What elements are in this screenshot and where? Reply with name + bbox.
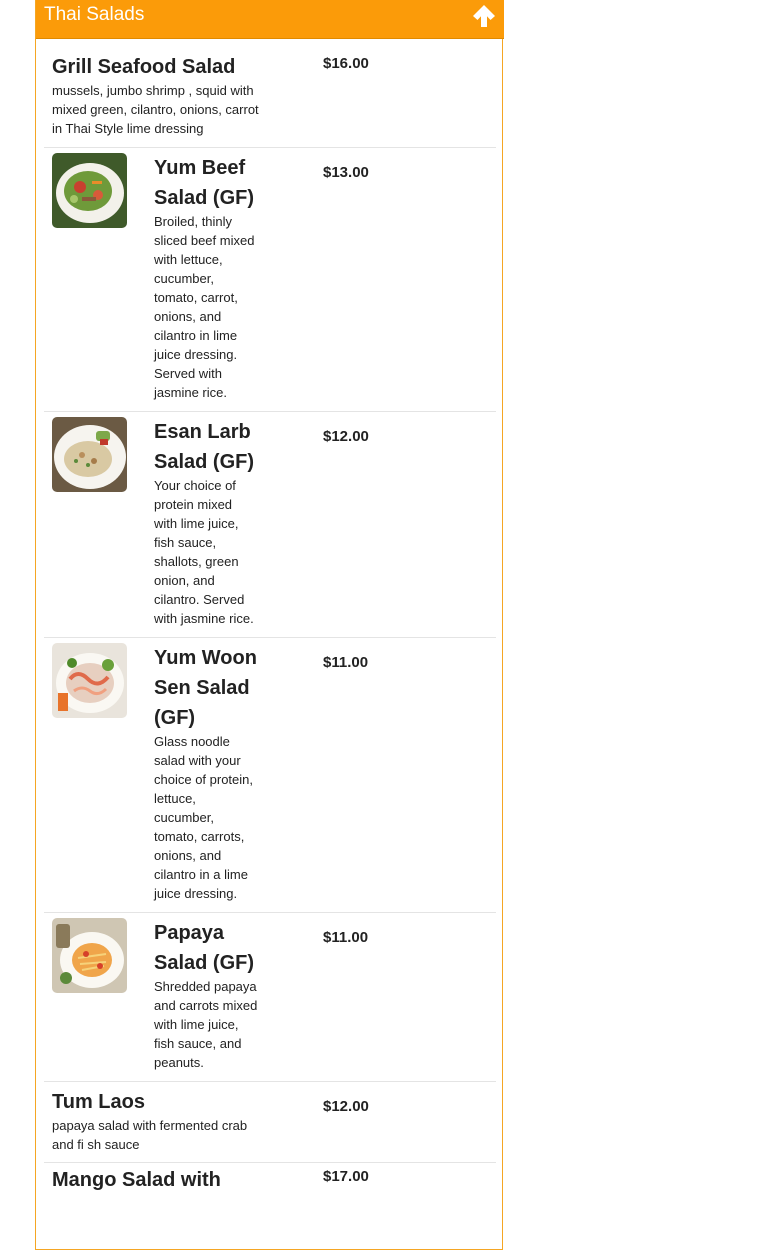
menu-item-list: Grill Seafood Salad mussels, jumbo shrim… xyxy=(44,39,496,1243)
section-header[interactable]: Thai Salads xyxy=(36,0,504,39)
beef-salad-photo[interactable] xyxy=(52,153,127,228)
item-description: Your choice of protein mixed with lime j… xyxy=(154,478,254,626)
item-description: Shredded papaya and carrots mixed with l… xyxy=(154,979,258,1070)
item-price: $12.00 xyxy=(323,1098,369,1115)
item-price: $17.00 xyxy=(323,1168,369,1185)
item-name: Esan Larb Salad (GF) xyxy=(154,421,255,473)
arrow-up-icon[interactable] xyxy=(472,4,496,28)
item-price: $12.00 xyxy=(323,428,369,445)
item-name: Yum Beef Salad (GF) xyxy=(154,157,255,209)
item-price: $16.00 xyxy=(323,55,369,72)
item-name: Yum Woon Sen Salad (GF) xyxy=(154,647,257,729)
item-name: Grill Seafood Salad xyxy=(52,56,236,78)
item-description: Broiled, thinly sliced beef mixed with l… xyxy=(154,214,255,400)
menu-item[interactable]: Grill Seafood Salad mussels, jumbo shrim… xyxy=(44,39,496,148)
menu-item[interactable]: Esan Larb Salad (GF) Your choice of prot… xyxy=(44,412,496,638)
section-title: Thai Salads xyxy=(44,4,145,25)
item-description: papaya salad with fermented crab and fi … xyxy=(52,1118,248,1152)
item-name: Tum Laos xyxy=(52,1091,145,1113)
item-price: $11.00 xyxy=(323,929,369,946)
item-name: Papaya Salad (GF) xyxy=(154,922,255,974)
menu-item[interactable]: Mango Salad with $17.00 xyxy=(44,1163,496,1243)
item-price: $11.00 xyxy=(323,654,369,671)
item-price: $13.00 xyxy=(323,164,369,181)
menu-item[interactable]: Yum Woon Sen Salad (GF) Glass noodle sal… xyxy=(44,638,496,913)
menu-item[interactable]: Papaya Salad (GF) Shredded papaya and ca… xyxy=(44,913,496,1082)
papaya-salad-photo[interactable] xyxy=(52,918,127,993)
larb-salad-photo[interactable] xyxy=(52,417,127,492)
item-description: mussels, jumbo shrimp , squid with mixed… xyxy=(52,83,259,136)
menu-section-panel: Thai Salads Grill Seafood Salad mussels,… xyxy=(35,0,504,1250)
item-name: Mango Salad with xyxy=(52,1169,221,1191)
menu-item[interactable]: Tum Laos papaya salad with fermented cra… xyxy=(44,1082,496,1163)
item-description: Glass noodle salad with your choice of p… xyxy=(154,734,254,901)
menu-item[interactable]: Yum Beef Salad (GF) Broiled, thinly slic… xyxy=(44,148,496,412)
woon-sen-salad-photo[interactable] xyxy=(52,643,127,718)
